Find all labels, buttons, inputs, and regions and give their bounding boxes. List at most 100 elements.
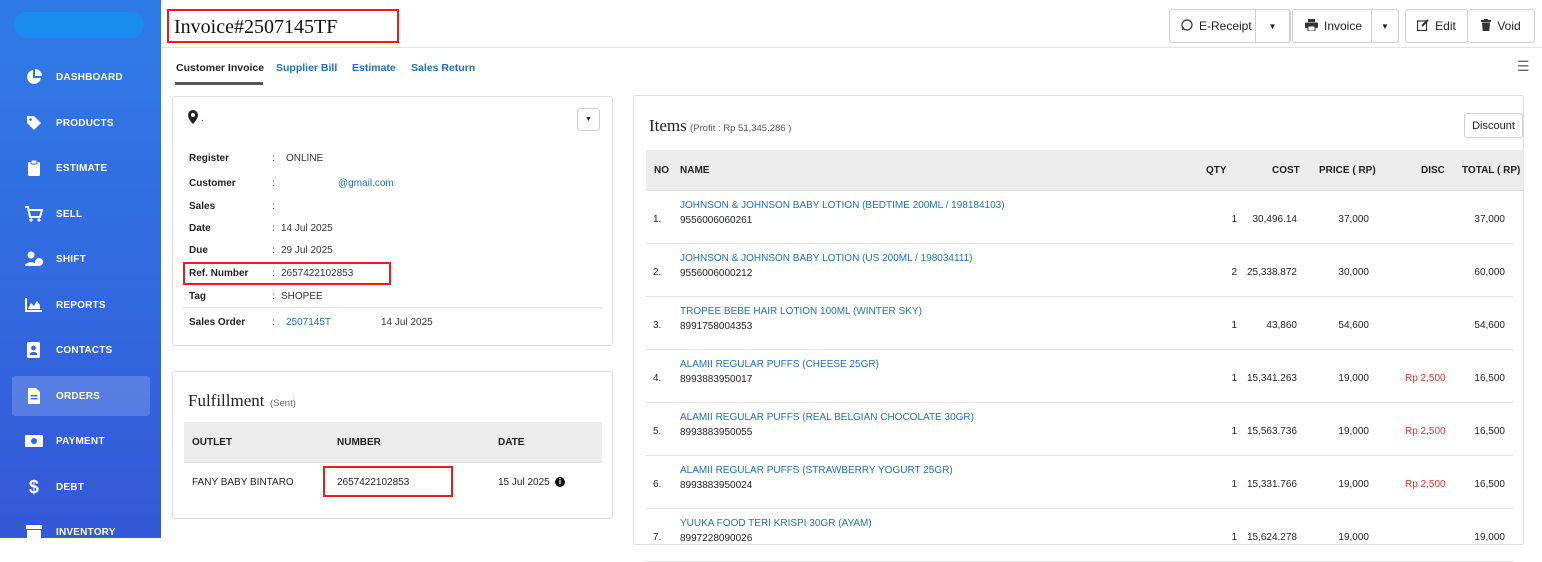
nav-label: INVENTORY — [56, 526, 116, 538]
col-disc: DISC — [1421, 165, 1445, 176]
edit-icon — [1417, 18, 1429, 34]
product-sku: 8993883950055 — [680, 427, 753, 438]
due-value: 29 Jul 2025 — [281, 245, 333, 256]
void-label: Void — [1497, 19, 1521, 33]
row-disc: Rp 2,500 — [1405, 479, 1446, 490]
archive-icon — [12, 525, 56, 539]
customer-value[interactable]: @gmail.com — [338, 178, 394, 189]
tag-icon — [12, 115, 56, 131]
customer-label: Customer — [189, 178, 236, 189]
table-row: 6. ALAMII REGULAR PUFFS (STRAWBERRY YOGUR… — [646, 456, 1513, 509]
discount-button[interactable]: Discount — [1464, 113, 1523, 138]
caret-down-icon: ▼ — [585, 116, 592, 123]
e-receipt-label: E-Receipt — [1199, 19, 1252, 33]
table-row: 4. ALAMII REGULAR PUFFS (CHEESE 25GR) 8993… — [646, 350, 1513, 403]
product-sku: 8993883950024 — [680, 480, 753, 491]
nav-shift[interactable]: SHIFT — [12, 239, 150, 279]
invoice-dropdown[interactable]: ▼ — [1371, 9, 1399, 43]
nav-label: DEBT — [56, 481, 85, 493]
location-text: . — [201, 113, 204, 124]
sales-order-label: Sales Order — [189, 317, 246, 328]
row-cost: 15,563.736 — [1246, 426, 1297, 437]
separator: : — [272, 245, 275, 256]
area-chart-icon — [12, 298, 56, 312]
nav-reports[interactable]: REPORTS — [12, 285, 150, 325]
edit-label: Edit — [1435, 19, 1456, 33]
dollar-icon: $ — [28, 476, 40, 497]
nav-dashboard[interactable]: DASHBOARD — [12, 57, 150, 97]
invoice-info-card: . ▼ Register : ONLINE Customer : @gmail.… — [172, 96, 613, 346]
menu-icon[interactable]: ☰ — [1517, 58, 1530, 75]
edit-button[interactable]: Edit — [1405, 9, 1468, 43]
row-total: 54,600 — [1474, 320, 1505, 331]
items-title: Items — [649, 116, 687, 135]
nav-payment[interactable]: PAYMENT — [12, 421, 150, 461]
items-profit: (Profit : Rp 51,345.286 ) — [690, 123, 792, 134]
row-qty: 2 — [1231, 267, 1237, 278]
items-card: Items (Profit : Rp 51,345.286 ) Discount… — [633, 95, 1524, 562]
tag-label: Tag — [189, 291, 207, 302]
product-sku: 8993883950017 — [680, 374, 753, 385]
nav-inventory[interactable]: INVENTORY — [12, 512, 150, 552]
row-no: 3. — [653, 320, 662, 331]
active-tab-indicator — [175, 82, 263, 85]
product-name-link[interactable]: JOHNSON & JOHNSON BABY LOTION (US 200ML … — [680, 253, 973, 264]
row-cost: 43,860 — [1266, 320, 1297, 331]
trash-icon — [1481, 18, 1492, 34]
money-icon — [12, 435, 56, 447]
nav-label: DASHBOARD — [56, 71, 123, 83]
row-total: 60,000 — [1474, 267, 1505, 278]
table-row: 3. TROPEE BEBE HAIR LOTION 100ML (WINTER … — [646, 297, 1513, 350]
nav-orders[interactable]: ORDERS — [12, 376, 150, 416]
product-name-link[interactable]: ALAMII REGULAR PUFFS (STRAWBERRY YOGURT … — [680, 465, 953, 476]
separator: : — [272, 223, 275, 234]
fulfillment-title: Fulfillment — [188, 391, 265, 410]
brand-logo[interactable] — [14, 12, 144, 38]
fulfillment-status: (Sent) — [270, 398, 296, 409]
nav-products[interactable]: PRODUCTS — [12, 103, 150, 143]
row-no: 5. — [653, 426, 662, 437]
row-price: 30,000 — [1338, 267, 1369, 278]
row-price: 37,000 — [1338, 214, 1369, 225]
e-receipt-dropdown[interactable]: ▼ — [1255, 9, 1290, 43]
void-button[interactable]: Void — [1467, 9, 1535, 43]
product-name-link[interactable]: ALAMII REGULAR PUFFS (CHEESE 25GR) — [680, 359, 879, 370]
product-name-link[interactable]: YUUKA FOOD TERI KRISPI 30GR (AYAM) — [680, 518, 872, 529]
page-title: Invoice#2507145TF — [167, 9, 399, 43]
row-total: 37,000 — [1474, 214, 1505, 225]
date-label: Date — [189, 223, 211, 234]
separator: : — [272, 178, 275, 189]
register-label: Register — [189, 153, 230, 164]
sales-order-link[interactable]: 2507145T — [286, 317, 331, 328]
due-label: Due — [189, 245, 208, 256]
tab-customer-invoice[interactable]: Customer Invoice — [176, 62, 264, 74]
row-qty: 1 — [1231, 426, 1237, 437]
user-clock-icon — [12, 251, 56, 267]
nav-label: SELL — [56, 208, 83, 220]
tab-bar: Customer Invoice Supplier Bill Estimate … — [161, 48, 1542, 86]
tab-supplier-bill[interactable]: Supplier Bill — [276, 62, 337, 74]
tab-estimate[interactable]: Estimate — [352, 62, 396, 74]
nav-label: SHIFT — [56, 253, 86, 265]
tab-sales-return[interactable]: Sales Return — [411, 62, 475, 74]
nav-sell[interactable]: SELL — [12, 194, 150, 234]
ref-number-highlight — [183, 262, 391, 285]
product-name-link[interactable]: TROPEE BEBE HAIR LOTION 100ML (WINTER SK… — [680, 306, 922, 317]
caret-down-icon: ▼ — [1268, 21, 1277, 31]
date-value: 14 Jul 2025 — [281, 223, 333, 234]
nav-contacts[interactable]: CONTACTS — [12, 330, 150, 370]
product-name-link[interactable]: JOHNSON & JOHNSON BABY LOTION (BEDTIME 2… — [680, 200, 1005, 211]
fulfillment-card: Fulfillment (Sent) OUTLET NUMBER DATE FA… — [172, 371, 613, 519]
nav-label: PRODUCTS — [56, 117, 114, 129]
nav-label: ESTIMATE — [56, 162, 108, 174]
info-circle-icon[interactable]: i — [555, 477, 565, 487]
location-dropdown[interactable]: ▼ — [577, 108, 600, 131]
whatsapp-icon — [1181, 18, 1193, 34]
nav-debt[interactable]: $ DEBT — [12, 467, 150, 507]
nav-estimate[interactable]: ESTIMATE — [12, 148, 150, 188]
divider — [183, 307, 603, 308]
product-name-link[interactable]: ALAMII REGULAR PUFFS (REAL BELGIAN CHOCO… — [680, 412, 974, 423]
separator: : — [272, 291, 275, 302]
row-no: 2. — [653, 267, 662, 278]
sidebar: DASHBOARD PRODUCTS ESTIMATE SELL SHIFT R… — [0, 0, 161, 539]
